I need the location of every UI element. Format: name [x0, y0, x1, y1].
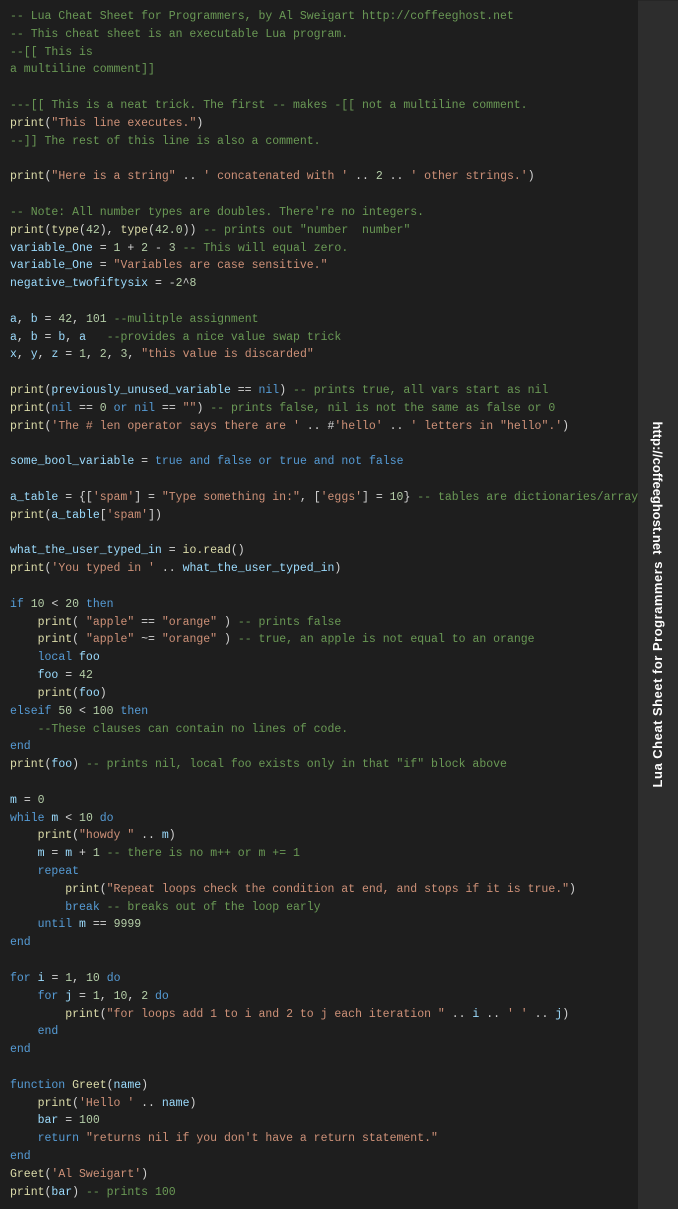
sidebar: Lua Cheat Sheet for Programmers http://c… — [638, 0, 678, 1209]
code-area: -- Lua Cheat Sheet for Programmers, by A… — [0, 0, 638, 1209]
sidebar-url: http://coffeeghost.net — [651, 422, 666, 555]
code-content: -- Lua Cheat Sheet for Programmers, by A… — [10, 8, 628, 1201]
sidebar-label: Lua Cheat Sheet for Programmers — [649, 561, 667, 787]
